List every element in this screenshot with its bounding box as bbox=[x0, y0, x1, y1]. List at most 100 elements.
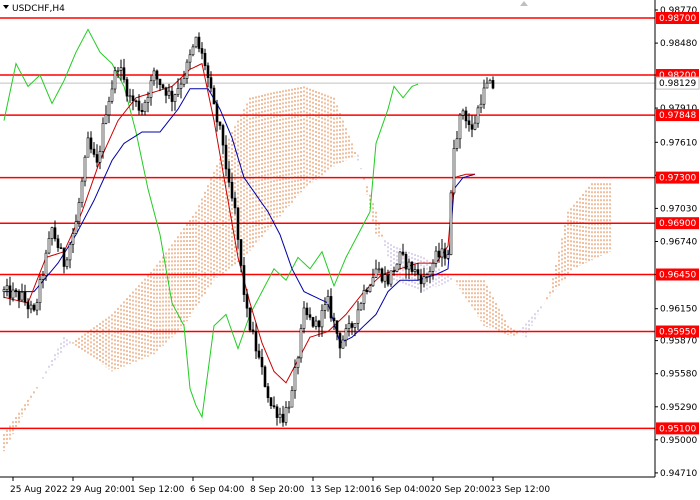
price-tick-label: 0.97610 bbox=[660, 138, 697, 148]
candle-body bbox=[68, 244, 72, 261]
candle-body bbox=[248, 307, 252, 331]
candle-body bbox=[485, 82, 489, 89]
ichimoku-cloud bbox=[3, 86, 611, 452]
candle-body bbox=[227, 168, 231, 183]
candle-body bbox=[341, 339, 345, 349]
candle-body bbox=[446, 254, 450, 259]
candle-body bbox=[302, 307, 306, 329]
candle-body bbox=[209, 77, 213, 89]
candle-body bbox=[359, 303, 363, 311]
candle-body bbox=[458, 114, 462, 140]
candle-body bbox=[167, 90, 171, 96]
time-tick-label: 20 Sep 20:00 bbox=[430, 485, 490, 495]
candle-body bbox=[86, 137, 90, 158]
candle-body bbox=[92, 148, 96, 155]
candle-body bbox=[416, 269, 420, 276]
candle-body bbox=[395, 263, 399, 272]
candle-body bbox=[41, 275, 45, 280]
candle-body bbox=[266, 386, 270, 399]
candle-body bbox=[23, 291, 27, 303]
price-tick-label: 0.95870 bbox=[660, 337, 697, 347]
candle-body bbox=[140, 110, 144, 113]
candle-body bbox=[173, 94, 177, 102]
time-tick-label: 6 Sep 04:00 bbox=[190, 485, 245, 495]
candle-body bbox=[419, 274, 423, 285]
candle-body bbox=[29, 304, 33, 310]
candle-body bbox=[434, 250, 438, 264]
candle-body bbox=[335, 320, 339, 334]
symbol-label: USDCHF,H4 bbox=[12, 4, 65, 14]
candle-body bbox=[263, 366, 267, 387]
time-tick-label: 8 Sep 20:00 bbox=[250, 485, 305, 495]
time-tick-label: 16 Sep 04:00 bbox=[370, 485, 430, 495]
candle-body bbox=[236, 207, 240, 240]
price-tick-label: 0.96740 bbox=[660, 238, 697, 248]
candle-body bbox=[221, 125, 225, 146]
candle-body bbox=[479, 103, 483, 109]
candle-body bbox=[2, 289, 6, 292]
candle-body bbox=[101, 123, 105, 152]
candle-body bbox=[488, 80, 492, 84]
candle-body bbox=[158, 78, 162, 85]
candle-body bbox=[374, 268, 378, 278]
candle-body bbox=[35, 302, 39, 311]
candle-body bbox=[311, 317, 315, 327]
usdchf-h4-chart[interactable]: 0.987700.984800.982000.979100.976100.973… bbox=[0, 0, 700, 500]
price-tick-label: 0.95000 bbox=[660, 436, 697, 446]
candle-body bbox=[317, 320, 321, 328]
kijun-sen-line bbox=[4, 88, 476, 344]
candle-body bbox=[110, 88, 114, 102]
level-label: 0.96900 bbox=[659, 219, 696, 229]
candle-body bbox=[464, 110, 468, 122]
candle-body bbox=[122, 67, 126, 80]
candle-body bbox=[71, 233, 75, 245]
candle-body bbox=[125, 79, 129, 97]
candle-body bbox=[407, 261, 411, 270]
candle-body bbox=[50, 227, 54, 239]
candle-body bbox=[215, 103, 219, 123]
candle-body bbox=[392, 270, 396, 273]
chart-root: 0.987700.984800.982000.979100.976100.973… bbox=[0, 0, 700, 500]
candle-body bbox=[239, 239, 243, 266]
candle-body bbox=[281, 413, 285, 423]
candle-body bbox=[356, 309, 360, 324]
candle-body bbox=[62, 248, 66, 267]
candle-body bbox=[182, 78, 186, 85]
candle-body bbox=[323, 304, 327, 311]
time-tick-label: 23 Sep 12:00 bbox=[490, 485, 550, 495]
candle-body bbox=[113, 70, 117, 90]
candle-body bbox=[152, 70, 156, 82]
candle-body bbox=[212, 87, 216, 105]
candle-body bbox=[482, 87, 486, 105]
time-tick-label: 25 Aug 2022 bbox=[10, 485, 68, 495]
chevron-up-icon[interactable] bbox=[520, 1, 528, 6]
level-label: 0.95950 bbox=[659, 328, 696, 338]
candle-body bbox=[377, 268, 381, 271]
candle-body bbox=[398, 251, 402, 265]
candle-body bbox=[278, 413, 282, 418]
price-tick-label: 0.97030 bbox=[660, 204, 697, 214]
chevron-down-icon[interactable] bbox=[3, 5, 9, 9]
candle-body bbox=[470, 124, 474, 130]
candle-body bbox=[119, 67, 123, 71]
candle-body bbox=[254, 331, 258, 352]
candle-body bbox=[38, 279, 42, 304]
price-tick-label: 0.96150 bbox=[660, 305, 697, 315]
current-price-label: 0.98129 bbox=[659, 79, 696, 89]
candle-body bbox=[329, 296, 333, 319]
candle-body bbox=[344, 328, 348, 341]
candle-body bbox=[20, 291, 24, 301]
candle-body bbox=[413, 269, 417, 272]
candle-body bbox=[137, 100, 141, 111]
candle-body bbox=[269, 397, 273, 407]
candle-body bbox=[200, 48, 204, 54]
candle-body bbox=[155, 70, 159, 80]
candle-body bbox=[89, 137, 93, 150]
candle-body bbox=[476, 107, 480, 124]
candle-body bbox=[290, 390, 294, 408]
time-tick-label: 13 Sep 12:00 bbox=[310, 485, 370, 495]
candle-body bbox=[305, 307, 309, 316]
candle-body bbox=[44, 252, 48, 276]
candle-body bbox=[299, 328, 303, 359]
candle-body bbox=[473, 122, 477, 130]
